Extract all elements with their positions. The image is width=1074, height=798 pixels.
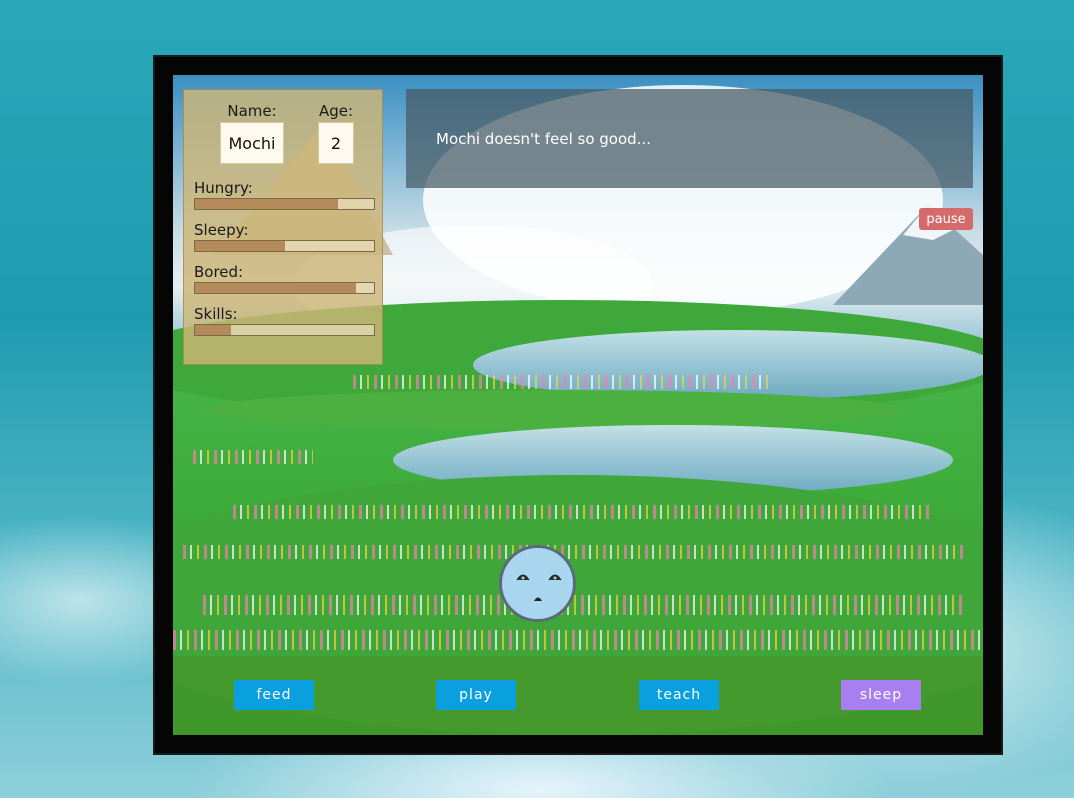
pet-eye-icon (516, 574, 530, 581)
background-flowers (203, 595, 963, 615)
pet-id-row: Name: Mochi Age: 2 (194, 100, 372, 164)
meter-track (194, 282, 375, 294)
meter-fill (195, 283, 357, 293)
background-flowers (353, 375, 773, 389)
name-field: Name: Mochi (220, 100, 284, 164)
age-label: Age: (318, 102, 354, 120)
pause-button[interactable]: pause (919, 208, 973, 230)
age-field: Age: 2 (318, 100, 354, 164)
pet-age: 2 (318, 122, 354, 164)
meter-fill (195, 199, 339, 209)
hungry-meter: Hungry: (194, 178, 375, 210)
meter-track (194, 240, 375, 252)
game-screen: Name: Mochi Age: 2 Hungry: Sleepy: Bored… (173, 75, 983, 735)
background-flowers (183, 545, 963, 559)
sleepy-meter: Sleepy: (194, 220, 375, 252)
meter-label: Bored: (194, 263, 244, 281)
meter-label: Sleepy: (194, 221, 249, 239)
meter-track (194, 324, 375, 336)
sleep-button[interactable]: sleep (841, 680, 921, 710)
stats-panel: Name: Mochi Age: 2 Hungry: Sleepy: Bored… (183, 89, 383, 365)
teach-button[interactable]: teach (639, 680, 719, 710)
background-flowers (233, 505, 933, 519)
background-flowers (173, 630, 983, 650)
background-meadow (203, 390, 903, 430)
skills-meter: Skills: (194, 304, 375, 336)
pet-mouth-icon (534, 597, 542, 601)
meter-label: Hungry: (194, 179, 253, 197)
pet-name: Mochi (220, 122, 284, 164)
pet-character[interactable] (499, 545, 576, 622)
status-message: Mochi doesn't feel so good... (406, 89, 973, 188)
feed-button[interactable]: feed (234, 680, 314, 710)
bored-meter: Bored: (194, 262, 375, 294)
action-bar: feed play teach sleep (173, 656, 983, 735)
pet-eye-icon (548, 574, 562, 581)
meter-track (194, 198, 375, 210)
play-button[interactable]: play (436, 680, 516, 710)
meter-fill (195, 325, 231, 335)
meter-label: Skills: (194, 305, 238, 323)
meter-fill (195, 241, 285, 251)
status-message-text: Mochi doesn't feel so good... (436, 129, 651, 148)
background-flowers (193, 450, 313, 464)
game-page: { "pet": { "name_label": "Name:", "name"… (0, 0, 1074, 798)
name-label: Name: (227, 102, 277, 120)
game-frame: Name: Mochi Age: 2 Hungry: Sleepy: Bored… (153, 55, 1003, 755)
